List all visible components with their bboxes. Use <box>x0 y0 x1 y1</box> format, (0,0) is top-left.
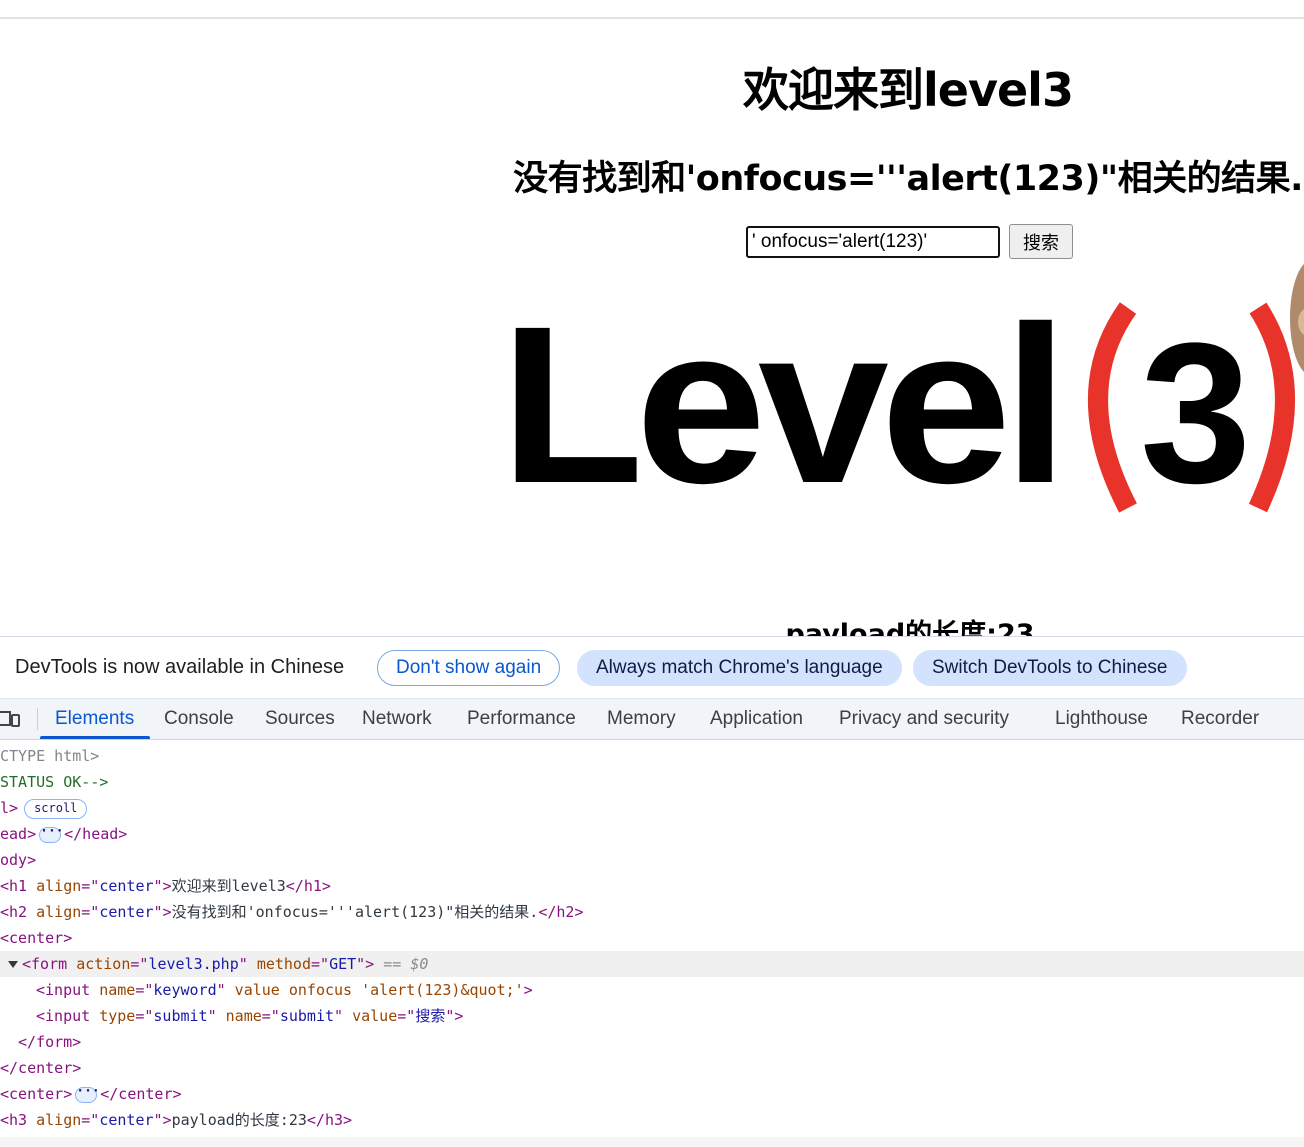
dom-line[interactable]: <center> <box>0 925 1304 951</box>
dom-line[interactable]: <input type="submit" name="submit" value… <box>0 1003 1304 1029</box>
device-toolbar-icon[interactable] <box>0 709 22 729</box>
devtools-tabbar: Elements Console Sources Network Perform… <box>0 698 1304 740</box>
level3-logo-image: Level 3 <box>500 263 1304 520</box>
elements-dom-tree: CTYPE html> STATUS OK--> l> scroll ead> ··… <box>0 740 1304 1147</box>
tab-console[interactable]: Console <box>164 699 234 739</box>
dom-line[interactable]: ead> ···</head> <box>0 821 1304 847</box>
logo-right-paren <box>1248 302 1295 513</box>
collapse-arrow-icon[interactable] <box>8 960 18 968</box>
logo-word: Level <box>500 280 1060 520</box>
page-viewport: 欢迎来到level3 没有找到和'onfocus='''alert(123)"相… <box>0 0 1304 636</box>
tab-performance[interactable]: Performance <box>467 699 576 739</box>
dom-line[interactable]: STATUS OK--> <box>0 769 1304 795</box>
dom-line[interactable]: ody> <box>0 847 1304 873</box>
dom-line[interactable]: </center> <box>0 1055 1304 1081</box>
dom-line-selected[interactable]: <form action="level3.php" method="GET"> … <box>0 951 1304 977</box>
tab-memory[interactable]: Memory <box>607 699 676 739</box>
infobar-message: DevTools is now available in Chinese <box>15 656 345 678</box>
dom-line[interactable]: <center> ···</center> <box>0 1081 1304 1107</box>
tab-recorder[interactable]: Recorder <box>1181 699 1259 739</box>
tab-application[interactable]: Application <box>710 699 803 739</box>
scroll-badge[interactable]: scroll <box>24 798 88 819</box>
dom-line[interactable]: <h3 align="center">payload的长度:23</h3> <box>0 1107 1304 1133</box>
expand-ellipsis-icon[interactable]: ··· <box>75 1085 100 1103</box>
dom-line[interactable]: <h2 align="center">没有找到和'onfocus='''aler… <box>0 899 1304 925</box>
tab-separator <box>37 708 38 730</box>
mascot-icon <box>1290 263 1304 373</box>
dom-line[interactable]: <h1 align="center">欢迎来到level3</h1> <box>0 873 1304 899</box>
top-divider <box>0 17 1304 19</box>
dom-line[interactable]: l> scroll <box>0 795 1304 821</box>
always-match-language-button[interactable]: Always match Chrome's language <box>577 650 902 686</box>
tab-network[interactable]: Network <box>362 699 432 739</box>
tab-elements[interactable]: Elements <box>55 699 134 739</box>
dom-line[interactable]: <input name="keyword" value onfocus 'ale… <box>0 977 1304 1003</box>
tab-privacy-security[interactable]: Privacy and security <box>839 699 1009 739</box>
dont-show-again-button[interactable]: Don't show again <box>377 650 561 686</box>
logo-left-paren <box>1088 302 1137 513</box>
language-infobar: DevTools is now available in Chinese Don… <box>0 637 1304 698</box>
switch-to-chinese-button[interactable]: Switch DevTools to Chinese <box>913 650 1187 686</box>
logo-number: 3 <box>1140 302 1251 520</box>
payload-length: payload的长度:23 <box>785 619 1035 636</box>
tab-lighthouse[interactable]: Lighthouse <box>1055 699 1148 739</box>
devtools-panel: DevTools is now available in Chinese Don… <box>0 636 1304 1147</box>
page-title: 欢迎来到level3 <box>743 63 1074 117</box>
dom-line[interactable]: CTYPE html> <box>0 743 1304 769</box>
dom-line[interactable]: </form> <box>0 1029 1304 1055</box>
active-tab-indicator <box>40 736 150 739</box>
search-result-message: 没有找到和'onfocus='''alert(123)"相关的结果. <box>513 159 1303 199</box>
tab-sources[interactable]: Sources <box>265 699 335 739</box>
expand-ellipsis-icon[interactable]: ··· <box>39 825 64 843</box>
